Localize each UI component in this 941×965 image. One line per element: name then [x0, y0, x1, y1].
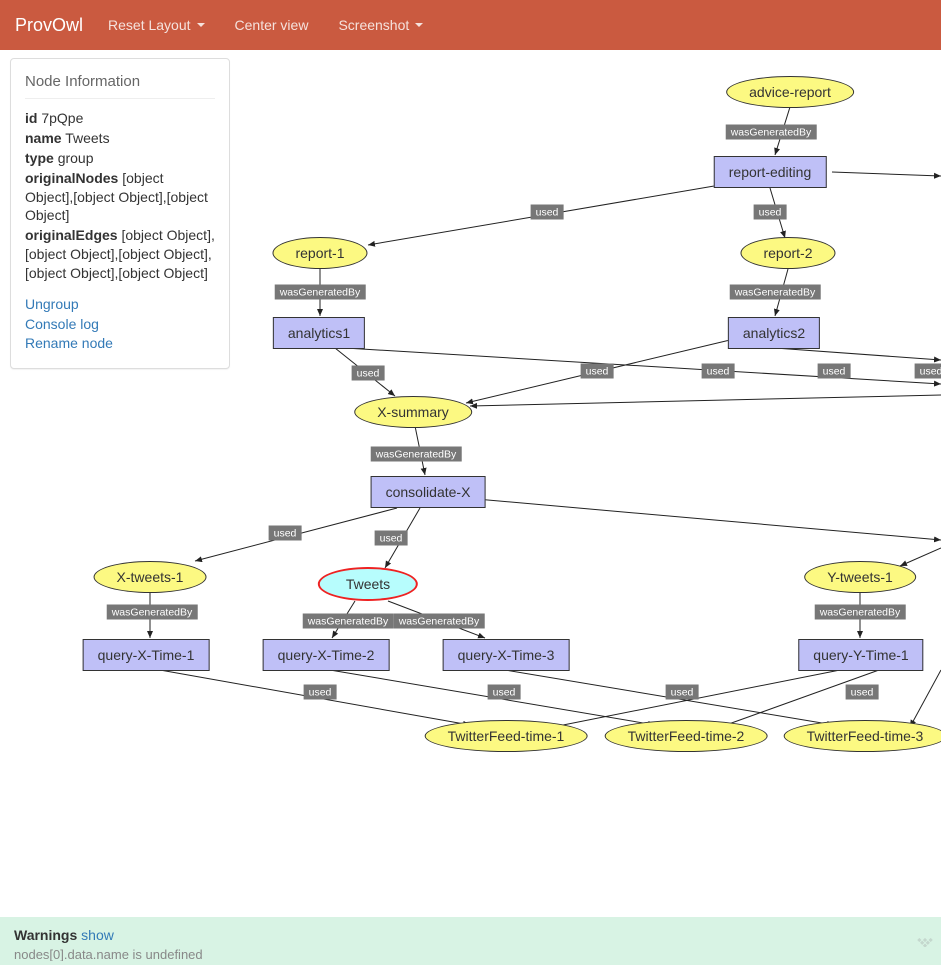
edge-label: used — [702, 364, 735, 379]
edge-label: used — [846, 685, 879, 700]
warnings-label: Warnings — [14, 927, 77, 943]
chevron-down-icon — [415, 23, 423, 27]
footer-warnings: Warnings show nodes[0].data.name is unde… — [0, 917, 941, 965]
node-analytics2[interactable]: analytics2 — [728, 317, 820, 349]
nav-center-view[interactable]: Center view — [220, 2, 324, 48]
chevron-down-icon — [197, 23, 205, 27]
node-twitterfeed-2[interactable]: TwitterFeed-time-2 — [605, 720, 768, 752]
warnings-subtext: nodes[0].data.name is undefined — [14, 947, 927, 961]
graph-canvas[interactable]: advice-report report-editing report-1 re… — [0, 50, 941, 910]
node-tweets-selected[interactable]: Tweets — [318, 567, 418, 601]
navbar: ProvOwl Reset Layout Center view Screens… — [0, 0, 941, 50]
edge-label: used — [269, 526, 302, 541]
node-query-x-time-1[interactable]: query-X-Time-1 — [83, 639, 210, 671]
node-query-y-time-1[interactable]: query-Y-Time-1 — [798, 639, 923, 671]
edge-label: used — [818, 364, 851, 379]
edge-label: wasGeneratedBy — [726, 125, 817, 140]
node-analytics1[interactable]: analytics1 — [273, 317, 365, 349]
edge-label: used — [352, 366, 385, 381]
node-consolidate-x[interactable]: consolidate-X — [371, 476, 486, 508]
edge-label: used — [754, 205, 787, 220]
edge-label: wasGeneratedBy — [815, 605, 906, 620]
warnings-show-link[interactable]: show — [81, 927, 114, 943]
brand[interactable]: ProvOwl — [15, 15, 93, 36]
edge-label: wasGeneratedBy — [303, 614, 394, 629]
edge-label: used — [915, 364, 941, 379]
node-query-x-time-2[interactable]: query-X-Time-2 — [263, 639, 390, 671]
nav-reset-layout-label: Reset Layout — [108, 17, 191, 33]
nav-screenshot[interactable]: Screenshot — [323, 2, 438, 48]
edge-label: used — [304, 685, 337, 700]
edge-label: wasGeneratedBy — [730, 285, 821, 300]
node-report-editing[interactable]: report-editing — [714, 156, 827, 188]
node-advice-report[interactable]: advice-report — [726, 76, 854, 108]
edge-label: used — [666, 685, 699, 700]
node-report-1[interactable]: report-1 — [272, 237, 367, 269]
nav-center-view-label: Center view — [235, 17, 309, 33]
edge-label: used — [375, 531, 408, 546]
edge-label: wasGeneratedBy — [394, 614, 485, 629]
edge-label: used — [581, 364, 614, 379]
resize-grip-icon[interactable] — [913, 923, 937, 947]
node-x-summary[interactable]: X-summary — [354, 396, 472, 428]
node-query-x-time-3[interactable]: query-X-Time-3 — [443, 639, 570, 671]
node-report-2[interactable]: report-2 — [740, 237, 835, 269]
edge-label: wasGeneratedBy — [371, 447, 462, 462]
nav-screenshot-label: Screenshot — [338, 17, 409, 33]
node-twitterfeed-1[interactable]: TwitterFeed-time-1 — [425, 720, 588, 752]
node-twitterfeed-3[interactable]: TwitterFeed-time-3 — [784, 720, 941, 752]
nav-reset-layout[interactable]: Reset Layout — [93, 2, 220, 48]
edge-label: used — [488, 685, 521, 700]
node-y-tweets-1[interactable]: Y-tweets-1 — [804, 561, 916, 593]
edge-label: wasGeneratedBy — [275, 285, 366, 300]
edge-label: wasGeneratedBy — [107, 605, 198, 620]
node-x-tweets-1[interactable]: X-tweets-1 — [94, 561, 207, 593]
edge-label: used — [531, 205, 564, 220]
